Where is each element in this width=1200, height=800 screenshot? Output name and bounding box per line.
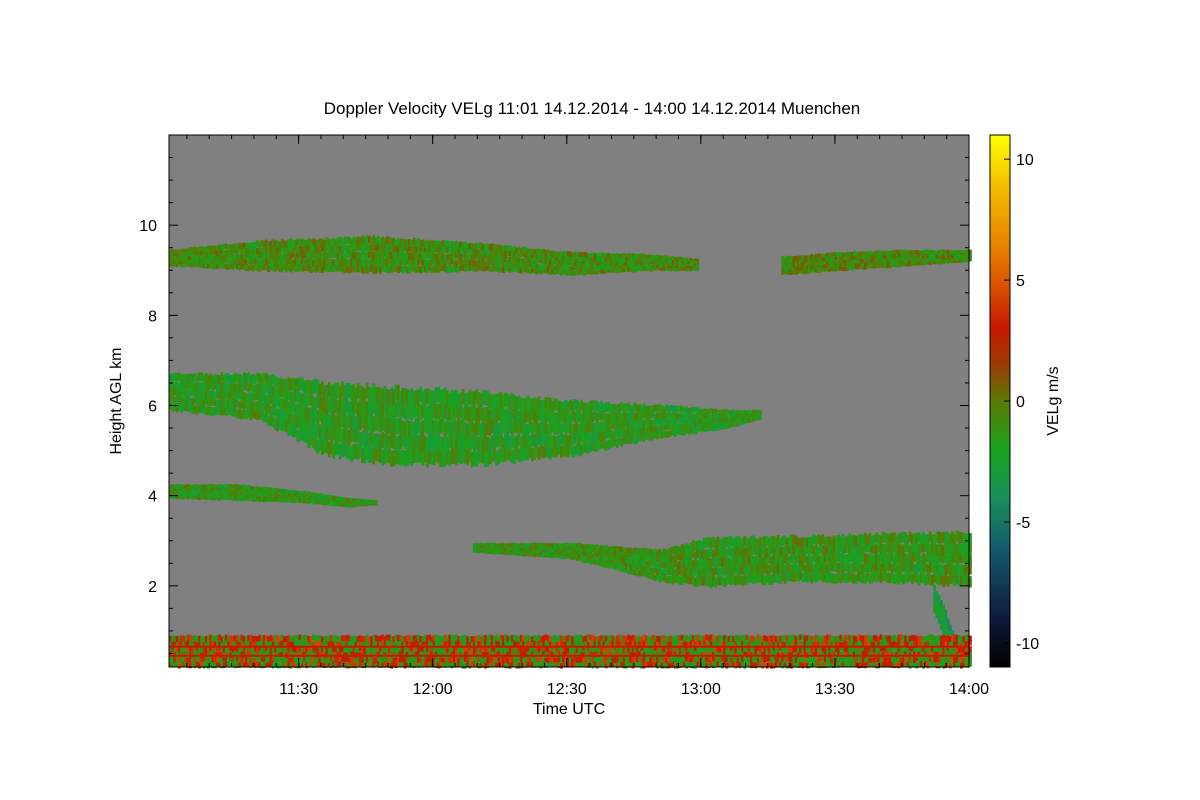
layer-cell <box>948 624 952 631</box>
layer-cell <box>758 410 762 413</box>
layer-cell <box>696 261 700 265</box>
layer-cell <box>946 618 950 625</box>
layer-cell <box>696 266 700 269</box>
layer-cell <box>696 258 700 262</box>
chart-title: Doppler Velocity VELg 11:01 14.12.2014 -… <box>324 99 861 118</box>
doppler-velocity-chart: Doppler Velocity VELg 11:01 14.12.2014 -… <box>108 99 1062 718</box>
layer-cell <box>374 500 378 502</box>
layer-cell <box>944 609 948 617</box>
layer-cell <box>933 584 937 591</box>
